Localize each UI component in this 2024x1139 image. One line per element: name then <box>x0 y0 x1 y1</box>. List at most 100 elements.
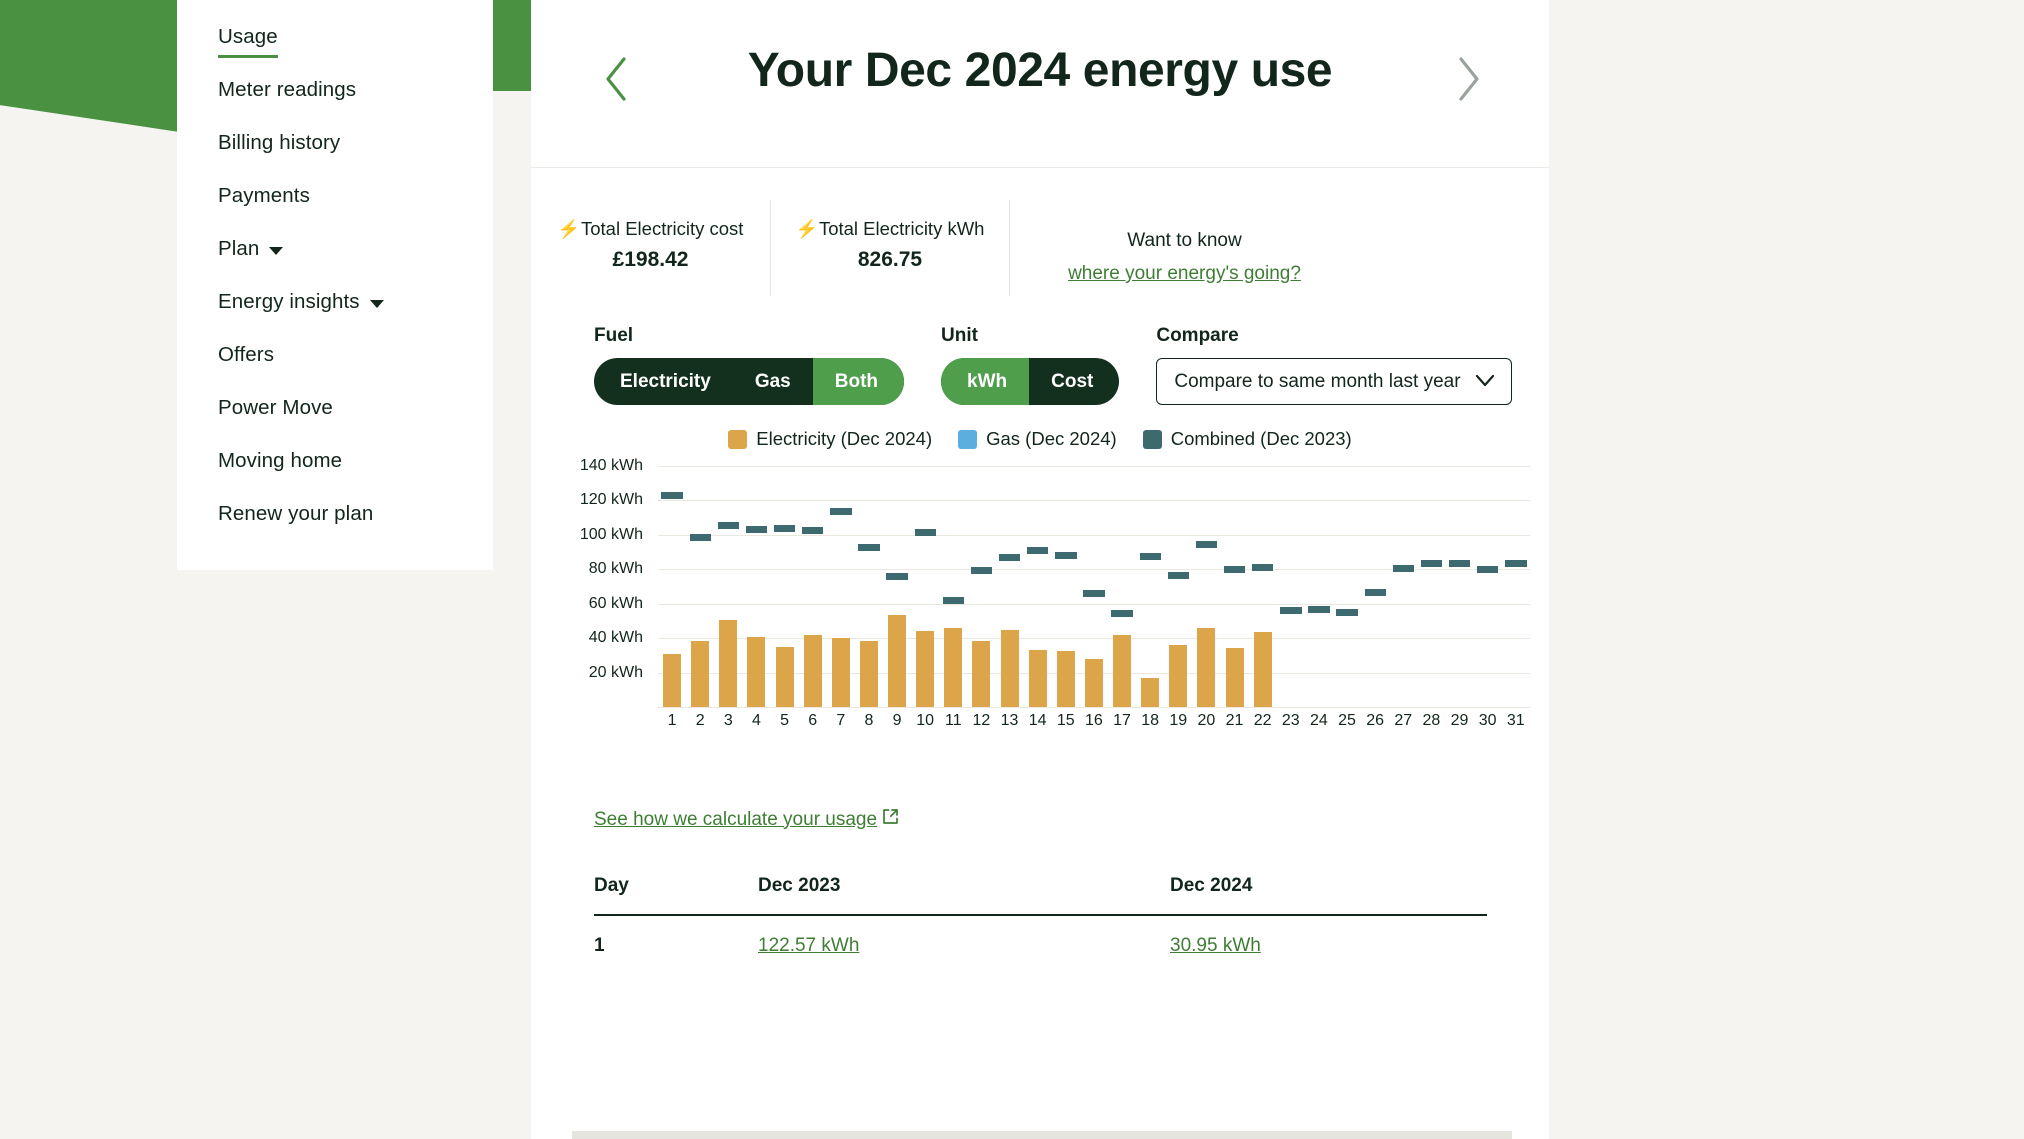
sidebar-item-moving-home[interactable]: Moving home <box>177 434 493 487</box>
sidebar-item-renew-your-plan[interactable]: Renew your plan <box>177 487 493 540</box>
x-axis-tick-label: 17 <box>1113 712 1131 729</box>
chart-column[interactable] <box>658 457 686 707</box>
stat-label: ⚡Total Electricity kWh <box>771 218 1009 240</box>
chart-column[interactable] <box>1108 457 1136 707</box>
x-axis-tick-label: 19 <box>1169 712 1188 729</box>
compare-select[interactable]: Compare to same month last year <box>1156 358 1513 405</box>
chart-bar <box>831 638 850 707</box>
usage-value-link[interactable]: 30.95 kWh <box>1170 935 1261 956</box>
chart-column[interactable] <box>855 457 883 707</box>
summary-stats-row: ⚡Total Electricity cost £198.42 ⚡Total E… <box>531 200 1549 296</box>
chart-comparison-marker <box>802 526 824 534</box>
fuel-option-both[interactable]: Both <box>812 358 905 405</box>
chart-column[interactable] <box>1052 457 1080 707</box>
chart-comparison-marker <box>1139 552 1161 560</box>
chart-column[interactable] <box>1221 457 1249 707</box>
chart-plot-area <box>658 457 1530 708</box>
sidebar-item-label: Renew your plan <box>218 501 374 525</box>
chart-column[interactable] <box>1446 457 1474 707</box>
energy-insight-promo: Want to know where your energy's going? <box>1009 200 1359 296</box>
sidebar-item-billing-history[interactable]: Billing history <box>177 116 493 169</box>
chart-column[interactable] <box>996 457 1024 707</box>
legend-label: Electricity (Dec 2024) <box>756 428 933 449</box>
legend-item[interactable]: Gas (Dec 2024) <box>958 428 1117 450</box>
chart-bar <box>1197 628 1216 707</box>
sidebar-item-energy-insights[interactable]: Energy insights <box>177 275 493 328</box>
chart-filters: Fuel Electricity Gas Both Unit kWh Cost … <box>594 325 1513 405</box>
sidebar-item-plan[interactable]: Plan <box>177 222 493 275</box>
chart-column[interactable] <box>1164 457 1192 707</box>
usage-value-link[interactable]: 122.57 kWh <box>758 935 859 956</box>
chart-column[interactable] <box>1389 457 1417 707</box>
chart-comparison-marker <box>886 573 908 581</box>
chart-bars <box>658 457 1530 707</box>
unit-option-cost[interactable]: Cost <box>1029 358 1119 405</box>
fuel-option-gas[interactable]: Gas <box>733 358 813 405</box>
chart-comparison-marker <box>858 544 880 552</box>
usage-table: Day Dec 2023 Dec 2024 1 122.57 kWh 30.95… <box>594 875 1487 975</box>
calculate-usage-link[interactable]: See how we calculate your usage <box>594 808 899 831</box>
chart-column[interactable] <box>827 457 855 707</box>
next-month-button[interactable] <box>1449 50 1489 108</box>
chart-bar <box>944 628 963 707</box>
chart-bar <box>859 641 878 707</box>
legend-item[interactable]: Combined (Dec 2023) <box>1142 428 1352 450</box>
legend-item[interactable]: Electricity (Dec 2024) <box>728 428 932 450</box>
sidebar-item-label: Payments <box>218 183 310 207</box>
x-axis-tick-label: 26 <box>1366 712 1385 729</box>
chart-column[interactable] <box>1277 457 1305 707</box>
chart-column[interactable] <box>1474 457 1502 707</box>
chart-comparison-marker <box>1083 589 1105 597</box>
unit-option-kwh[interactable]: kWh <box>941 358 1030 405</box>
chart-column[interactable] <box>1080 457 1108 707</box>
chart-column[interactable] <box>883 457 911 707</box>
unit-filter: Unit kWh Cost <box>941 325 1120 405</box>
chart-column[interactable] <box>1417 457 1445 707</box>
chart-column[interactable] <box>1136 457 1164 707</box>
chart-column[interactable] <box>1502 457 1530 707</box>
x-axis-tick-label: 24 <box>1310 712 1328 729</box>
chart-column[interactable] <box>1333 457 1361 707</box>
fuel-option-electricity[interactable]: Electricity <box>594 358 733 405</box>
sidebar-item-meter-readings[interactable]: Meter readings <box>177 63 493 116</box>
chart-comparison-marker <box>1280 606 1302 614</box>
chart-bar <box>1000 629 1019 707</box>
main-content-card: Your Dec 2024 energy use ⚡Total Electric… <box>531 0 1549 1139</box>
chart-comparison-marker <box>1167 572 1189 580</box>
chart-column[interactable] <box>771 457 799 707</box>
sidebar-item-power-move[interactable]: Power Move <box>177 381 493 434</box>
chart-column[interactable] <box>967 457 995 707</box>
chart-column[interactable] <box>1249 457 1277 707</box>
chart-bar <box>972 641 991 707</box>
chart-column[interactable] <box>1192 457 1220 707</box>
chart-comparison-marker <box>661 492 683 500</box>
chart-column[interactable] <box>1305 457 1333 707</box>
chart-column[interactable] <box>1024 457 1052 707</box>
chart-column[interactable] <box>939 457 967 707</box>
legend-label: Combined (Dec 2023) <box>1170 428 1352 449</box>
sidebar-item-usage[interactable]: Usage <box>177 10 493 63</box>
chevron-down-icon <box>369 299 384 308</box>
chart-column[interactable] <box>911 457 939 707</box>
chart-comparison-marker <box>1364 588 1386 596</box>
compare-filter: Compare Compare to same month last year <box>1156 325 1513 405</box>
x-axis-tick-label: 31 <box>1506 712 1525 729</box>
chart-column[interactable] <box>1361 457 1389 707</box>
fuel-toggle-group: Electricity Gas Both <box>594 358 905 405</box>
chart-legend: Electricity (Dec 2024) Gas (Dec 2024) Comb… <box>531 428 1549 450</box>
chart-column[interactable] <box>686 457 714 707</box>
chart-column[interactable] <box>742 457 770 707</box>
chart-column[interactable] <box>714 457 742 707</box>
chart-bar <box>1225 647 1244 707</box>
x-axis-tick-label: 27 <box>1394 712 1413 729</box>
chart-column[interactable] <box>799 457 827 707</box>
where-your-energy-going-link[interactable]: where your energy's going? <box>1068 263 1301 285</box>
promo-text: Want to know <box>1127 230 1242 251</box>
sidebar-item-offers[interactable]: Offers <box>177 328 493 381</box>
calculate-usage-link-text: See how we calculate your usage <box>594 808 878 830</box>
chart-comparison-marker <box>1308 606 1330 614</box>
x-axis-tick-label: 23 <box>1281 712 1300 729</box>
legend-swatch-icon <box>1142 429 1162 449</box>
page-title: Your Dec 2024 energy use <box>747 44 1333 97</box>
sidebar-item-payments[interactable]: Payments <box>177 169 493 222</box>
